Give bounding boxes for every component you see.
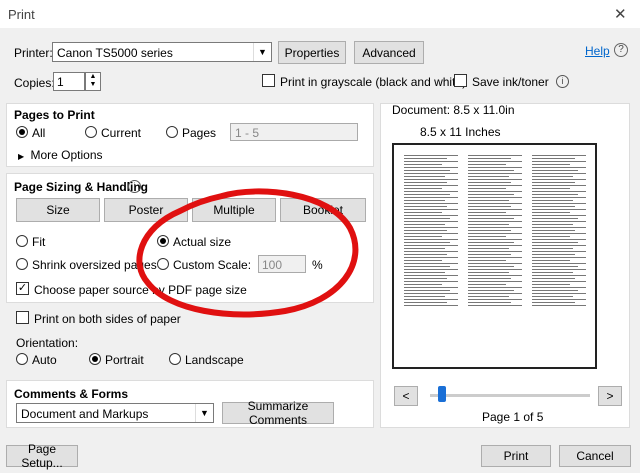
duplex-label: Print on both sides of paper	[34, 312, 181, 326]
properties-button[interactable]: Properties	[278, 41, 346, 64]
comments-select[interactable]: Document and Markups ▼	[16, 403, 214, 423]
page-slider-track[interactable]	[430, 394, 590, 397]
comments-value: Document and Markups	[21, 407, 149, 421]
red-annotation-circle	[136, 188, 359, 318]
window-title: Print	[8, 7, 35, 22]
chevron-down-icon: ▼	[253, 43, 271, 61]
grayscale-checkbox[interactable]	[262, 74, 275, 87]
chevron-down-icon: ▼	[195, 404, 213, 422]
page-range-input[interactable]: 1 - 5	[230, 123, 358, 141]
page-slider-thumb[interactable]	[437, 386, 446, 402]
printer-label: Printer:	[14, 46, 53, 60]
fit-radio[interactable]	[16, 235, 28, 247]
paper-source-checkbox[interactable]: ✓	[16, 282, 29, 295]
prev-page-button[interactable]: <	[394, 386, 418, 406]
close-icon[interactable]: ✕	[614, 5, 627, 23]
print-button[interactable]: Print	[481, 445, 551, 467]
duplex-checkbox[interactable]	[16, 311, 29, 324]
preview-text-column-middle	[468, 153, 522, 308]
pages-label: Pages	[182, 126, 217, 140]
page-preview	[392, 143, 597, 369]
current-label: Current	[101, 126, 142, 140]
page-setup-button[interactable]: Page Setup...	[6, 442, 78, 470]
paper-size-label: 8.5 x 11 Inches	[420, 125, 501, 139]
title-bar	[0, 0, 640, 28]
comments-title: Comments & Forms	[14, 387, 129, 401]
save-ink-checkbox[interactable]	[454, 74, 467, 87]
all-label: All	[32, 126, 46, 140]
help-icon[interactable]: ?	[614, 43, 628, 57]
more-options-toggle[interactable]: ▶ More Options	[18, 148, 103, 162]
page-range-placeholder: 1 - 5	[235, 126, 260, 140]
info-icon[interactable]: i	[556, 75, 569, 88]
copies-stepper[interactable]: ▲ ▼	[85, 72, 101, 91]
pages-radio[interactable]	[166, 126, 178, 138]
copies-label: Copies:	[14, 76, 55, 90]
save-ink-label: Save ink/toner	[472, 75, 549, 89]
size-button[interactable]: Size	[16, 198, 100, 222]
printer-value: Canon TS5000 series	[57, 46, 173, 60]
copies-value: 1	[57, 75, 64, 89]
orientation-label: Orientation:	[16, 336, 79, 350]
portrait-radio[interactable]	[89, 353, 101, 365]
current-radio[interactable]	[85, 126, 97, 138]
grayscale-label: Print in grayscale (black and white)	[280, 75, 467, 89]
cancel-button[interactable]: Cancel	[559, 445, 631, 467]
landscape-radio[interactable]	[169, 353, 181, 365]
landscape-label: Landscape	[185, 353, 244, 367]
preview-text-column-right	[532, 153, 586, 308]
printer-select[interactable]: Canon TS5000 series ▼	[52, 42, 272, 62]
page-counter: Page 1 of 5	[482, 410, 544, 424]
preview-text-column-left	[404, 153, 458, 308]
auto-radio[interactable]	[16, 353, 28, 365]
portrait-label: Portrait	[105, 353, 144, 367]
more-options-label: More Options	[30, 148, 103, 162]
all-radio[interactable]	[16, 126, 28, 138]
help-link[interactable]: Help	[585, 44, 610, 58]
auto-label: Auto	[32, 353, 57, 367]
summarize-comments-button[interactable]: Summarize Comments	[222, 399, 334, 427]
copies-input[interactable]: 1	[53, 72, 85, 91]
shrink-radio[interactable]	[16, 258, 28, 270]
triangle-right-icon: ▶	[18, 152, 25, 161]
pages-title: Pages to Print	[14, 108, 95, 122]
document-size-label: Document: 8.5 x 11.0in	[392, 103, 515, 117]
next-page-button[interactable]: >	[598, 386, 622, 406]
advanced-button[interactable]: Advanced	[354, 41, 424, 64]
fit-label: Fit	[32, 235, 46, 249]
